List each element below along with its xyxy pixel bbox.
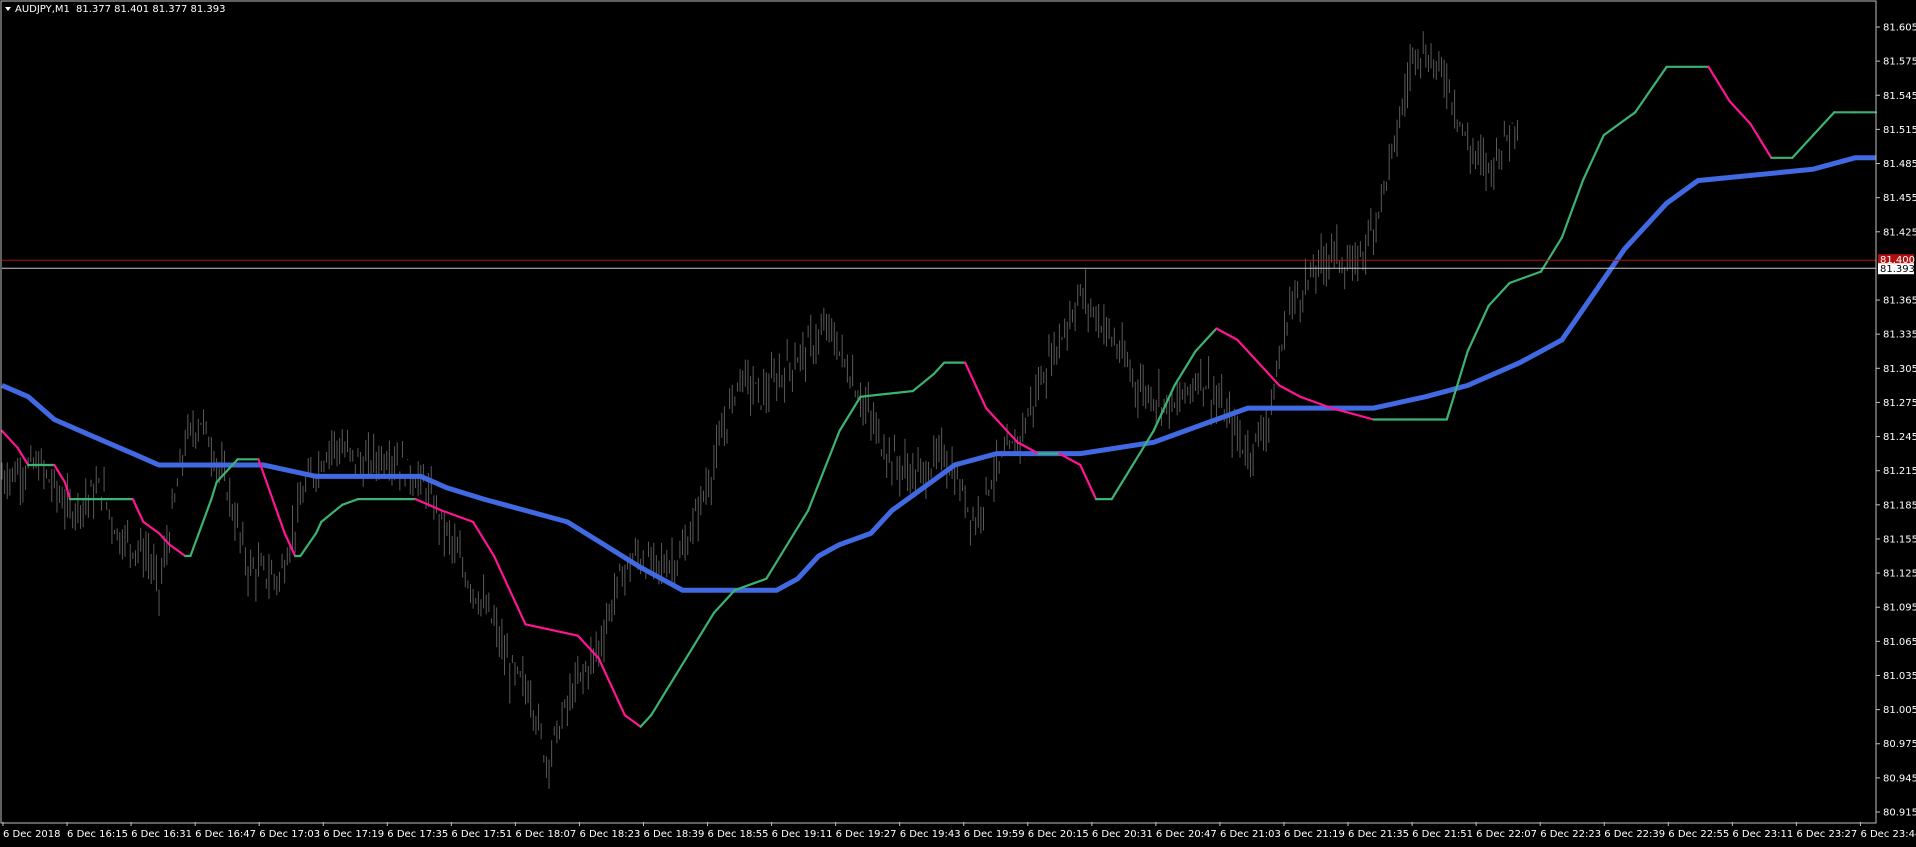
y-tick-label: 80.975 [1883,739,1916,750]
y-tick-label: 80.945 [1883,773,1916,784]
x-tick-label: 6 Dec 18:07 [515,829,576,840]
y-tick-label: 81.365 [1883,296,1916,307]
y-tick-label: 80.915 [1883,808,1916,819]
x-tick-label: 6 Dec 16:47 [195,829,256,840]
x-tick-label: 6 Dec 16:15 [67,829,128,840]
ohlc-readout: 81.377 81.401 81.377 81.393 [76,4,226,15]
x-tick-label: 6 Dec 18:39 [644,829,705,840]
price-chart[interactable]: AUDJPY,M1 81.377 81.401 81.377 81.393 81… [0,0,1916,847]
y-tick-label: 81.155 [1883,534,1916,545]
x-tick-label: 6 Dec 21:51 [1412,829,1473,840]
y-tick-label: 81.005 [1883,705,1916,716]
x-tick-label: 6 Dec 22:23 [1540,829,1601,840]
x-tick-label: 6 Dec 19:11 [772,829,833,840]
y-tick-label: 81.485 [1883,159,1916,170]
y-tick-label: 81.605 [1883,23,1916,34]
x-tick-label: 6 Dec 23:44 [1860,829,1916,840]
x-tick-label: 6 Dec 17:51 [451,829,512,840]
x-tick-label: 6 Dec 17:03 [259,829,320,840]
x-tick-label: 6 Dec 22:07 [1476,829,1537,840]
x-tick-label: 6 Dec 19:59 [964,829,1025,840]
y-tick-label: 81.185 [1883,500,1916,511]
y-tick-label: 81.125 [1883,569,1916,580]
y-tick-label: 81.455 [1883,193,1916,204]
x-tick-label: 6 Dec 18:55 [708,829,769,840]
symbol-title: AUDJPY,M1 [15,4,70,15]
y-tick-label: 81.425 [1883,227,1916,238]
x-tick-label: 6 Dec 18:23 [579,829,640,840]
bid-price-text: 81.393 [1880,264,1915,275]
y-tick-label: 81.575 [1883,57,1916,68]
y-tick-label: 81.515 [1883,125,1916,136]
x-tick-label: 6 Dec 19:43 [900,829,961,840]
y-tick-label: 81.215 [1883,466,1916,477]
y-tick-label: 81.545 [1883,91,1916,102]
x-tick-label: 6 Dec 16:31 [131,829,192,840]
x-tick-label: 6 Dec 21:03 [1220,829,1281,840]
chart-header: AUDJPY,M1 81.377 81.401 81.377 81.393 [5,4,226,15]
x-tick-label: 6 Dec 23:11 [1732,829,1793,840]
x-tick-label: 6 Dec 21:35 [1348,829,1409,840]
y-tick-label: 81.035 [1883,671,1916,682]
x-tick-label: 6 Dec 19:27 [836,829,897,840]
x-tick-label: 6 Dec 17:35 [387,829,448,840]
x-tick-label: 6 Dec 23:27 [1796,829,1857,840]
y-tick-label: 81.245 [1883,432,1916,443]
x-tick-label: 6 Dec 22:55 [1668,829,1729,840]
x-tick-label: 6 Dec 2018 [3,829,61,840]
x-tick-label: 6 Dec 22:39 [1604,829,1665,840]
x-tick-label: 6 Dec 21:19 [1284,829,1345,840]
x-tick-label: 6 Dec 20:47 [1156,829,1217,840]
y-tick-label: 81.305 [1883,364,1916,375]
x-tick-label: 6 Dec 17:19 [323,829,384,840]
chart-background [0,0,1916,847]
bid-price-label: 81.393 [1878,263,1915,275]
y-tick-label: 81.065 [1883,637,1916,648]
y-tick-label: 81.095 [1883,603,1916,614]
y-tick-label: 81.275 [1883,398,1916,409]
y-tick-label: 81.335 [1883,330,1916,341]
x-tick-label: 6 Dec 20:15 [1028,829,1089,840]
x-tick-label: 6 Dec 20:31 [1092,829,1153,840]
